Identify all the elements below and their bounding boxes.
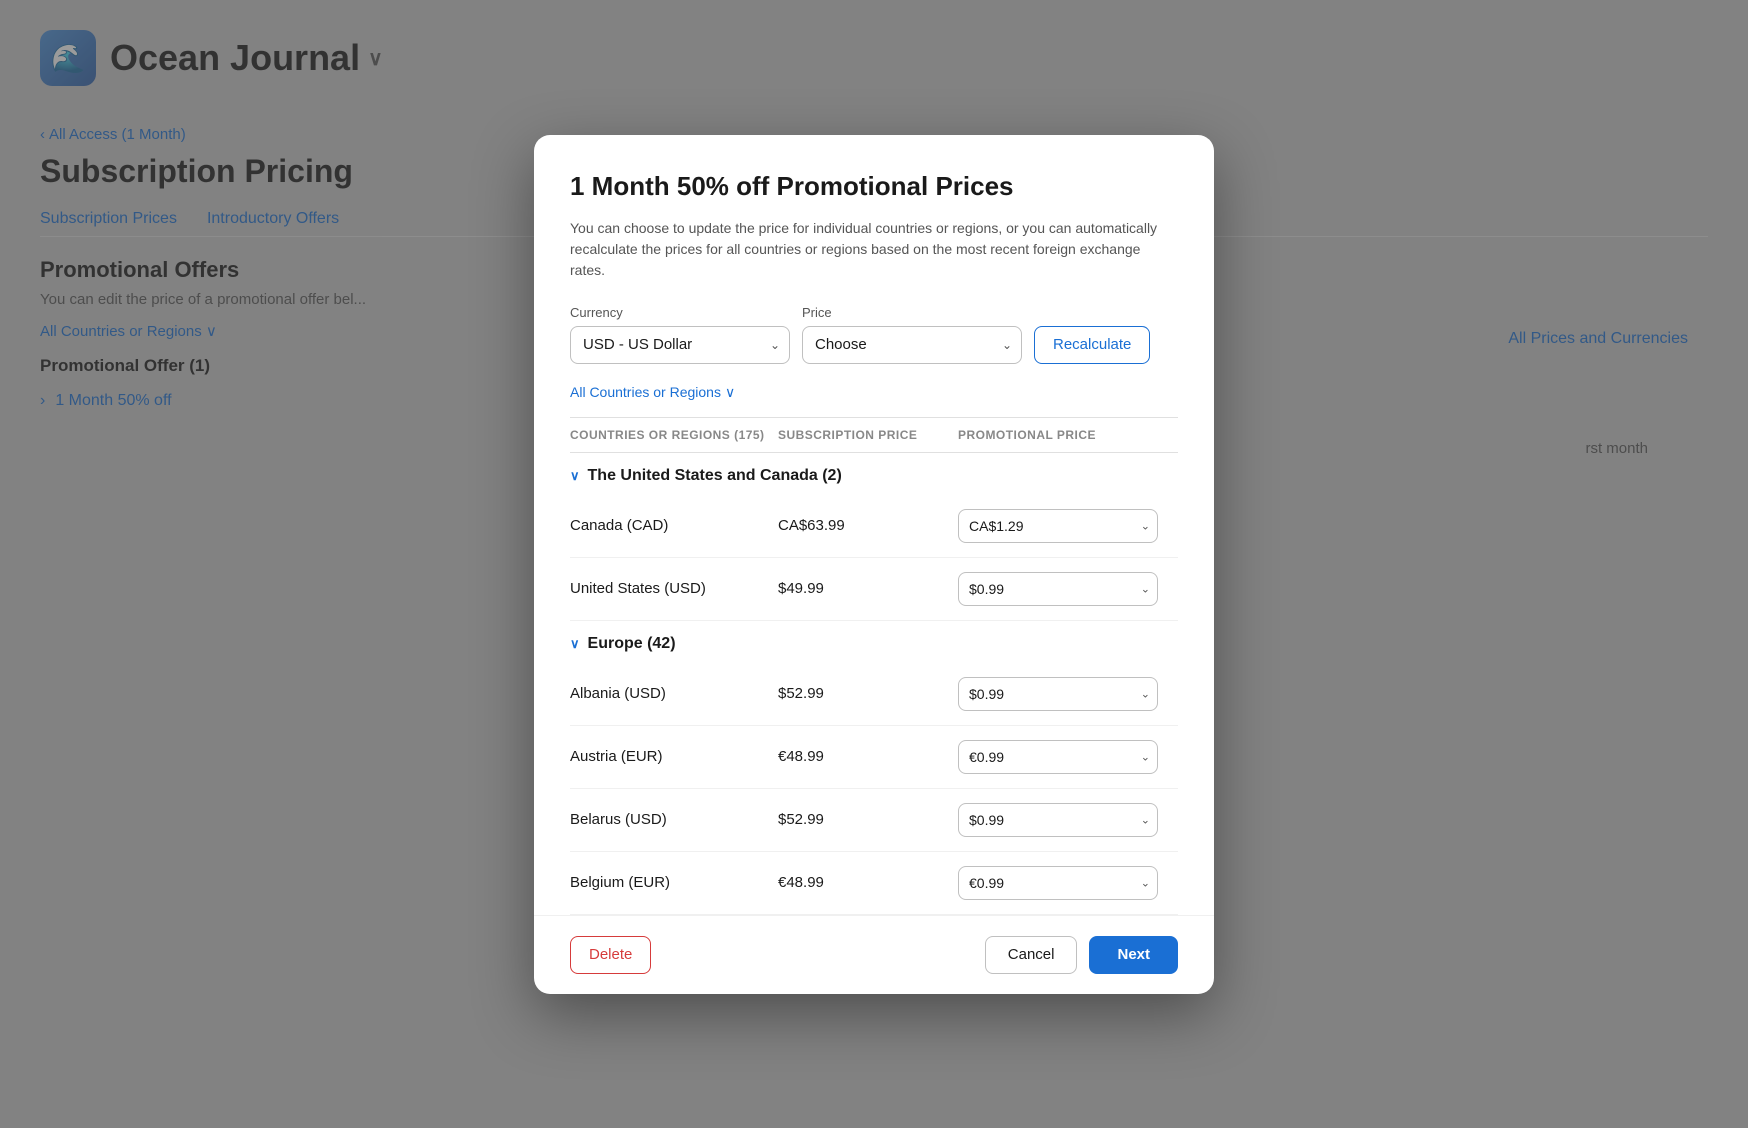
next-button[interactable]: Next (1089, 936, 1178, 974)
countries-table[interactable]: COUNTRIES OR REGIONS (175) SUBSCRIPTION … (570, 417, 1178, 915)
sub-price-albania: $52.99 (778, 685, 958, 702)
recalculate-button[interactable]: Recalculate (1034, 326, 1150, 364)
group-title-us-canada: The United States and Canada (2) (588, 467, 842, 485)
country-belgium: Belgium (EUR) (570, 874, 778, 891)
promo-select-belarus-input[interactable]: $0.99 $1.99 (958, 803, 1158, 837)
modal-overlay: 1 Month 50% off Promotional Prices You c… (0, 0, 1748, 1128)
group-header-us-canada[interactable]: ∨ The United States and Canada (2) (570, 453, 1178, 495)
sub-price-belgium: €48.99 (778, 874, 958, 891)
promo-select-albania[interactable]: $0.99 $1.99 ⌄ (958, 677, 1158, 711)
currency-price-row: Currency USD - US Dollar EUR - Euro GBP … (570, 305, 1178, 364)
all-countries-filter[interactable]: All Countries or Regions ∨ (570, 384, 1178, 401)
table-row: Austria (EUR) €48.99 €0.99 €1.99 ⌄ (570, 726, 1178, 789)
table-row: Belarus (USD) $52.99 $0.99 $1.99 ⌄ (570, 789, 1178, 852)
promo-select-belgium[interactable]: €0.99 €1.99 ⌄ (958, 866, 1158, 900)
sub-price-belarus: $52.99 (778, 811, 958, 828)
currency-label: Currency (570, 305, 790, 320)
country-belarus: Belarus (USD) (570, 811, 778, 828)
promo-select-us[interactable]: $0.99 $1.99 ⌄ (958, 572, 1158, 606)
col-promotional: PROMOTIONAL PRICE (958, 428, 1158, 442)
price-select-wrapper: Choose $0.99 $1.99 ⌄ (802, 326, 1022, 364)
price-select[interactable]: Choose $0.99 $1.99 (802, 326, 1022, 364)
currency-select[interactable]: USD - US Dollar EUR - Euro GBP - British… (570, 326, 790, 364)
promo-select-canada-input[interactable]: CA$1.29 CA$0.99 (958, 509, 1158, 543)
promo-select-austria[interactable]: €0.99 €1.99 ⌄ (958, 740, 1158, 774)
group-title-europe: Europe (42) (588, 635, 676, 653)
modal-footer: Delete Cancel Next (534, 915, 1214, 994)
price-field-group: Price Choose $0.99 $1.99 ⌄ (802, 305, 1022, 364)
table-row: Belgium (EUR) €48.99 €0.99 €1.99 ⌄ (570, 852, 1178, 915)
col-subscription: SUBSCRIPTION PRICE (778, 428, 958, 442)
col-countries: COUNTRIES OR REGIONS (175) (570, 428, 778, 442)
promo-select-us-input[interactable]: $0.99 $1.99 (958, 572, 1158, 606)
promo-select-belgium-input[interactable]: €0.99 €1.99 (958, 866, 1158, 900)
sub-price-austria: €48.99 (778, 748, 958, 765)
promo-select-albania-input[interactable]: $0.99 $1.99 (958, 677, 1158, 711)
sub-price-canada: CA$63.99 (778, 517, 958, 534)
country-us: United States (USD) (570, 580, 778, 597)
modal-desc: You can choose to update the price for i… (570, 218, 1178, 281)
price-label: Price (802, 305, 1022, 320)
currency-select-wrapper: USD - US Dollar EUR - Euro GBP - British… (570, 326, 790, 364)
table-row: United States (USD) $49.99 $0.99 $1.99 ⌄ (570, 558, 1178, 621)
group-chevron-europe-icon: ∨ (570, 636, 580, 652)
footer-right: Cancel Next (985, 936, 1178, 974)
country-austria: Austria (EUR) (570, 748, 778, 765)
group-header-europe[interactable]: ∨ Europe (42) (570, 621, 1178, 663)
group-us-canada: ∨ The United States and Canada (2) Canad… (570, 453, 1178, 621)
delete-button[interactable]: Delete (570, 936, 651, 974)
modal-body: 1 Month 50% off Promotional Prices You c… (534, 135, 1214, 915)
promo-select-austria-input[interactable]: €0.99 €1.99 (958, 740, 1158, 774)
table-row: Albania (USD) $52.99 $0.99 $1.99 ⌄ (570, 663, 1178, 726)
country-canada: Canada (CAD) (570, 517, 778, 534)
all-countries-chevron-icon: ∨ (725, 384, 735, 401)
group-chevron-icon: ∨ (570, 468, 580, 484)
promo-select-belarus[interactable]: $0.99 $1.99 ⌄ (958, 803, 1158, 837)
sub-price-us: $49.99 (778, 580, 958, 597)
table-header: COUNTRIES OR REGIONS (175) SUBSCRIPTION … (570, 418, 1178, 453)
group-europe: ∨ Europe (42) Albania (USD) $52.99 $0.99… (570, 621, 1178, 915)
country-albania: Albania (USD) (570, 685, 778, 702)
cancel-button[interactable]: Cancel (985, 936, 1078, 974)
modal: 1 Month 50% off Promotional Prices You c… (534, 135, 1214, 994)
modal-title: 1 Month 50% off Promotional Prices (570, 171, 1178, 202)
promo-select-canada[interactable]: CA$1.29 CA$0.99 ⌄ (958, 509, 1158, 543)
table-row: Canada (CAD) CA$63.99 CA$1.29 CA$0.99 ⌄ (570, 495, 1178, 558)
currency-field-group: Currency USD - US Dollar EUR - Euro GBP … (570, 305, 790, 364)
